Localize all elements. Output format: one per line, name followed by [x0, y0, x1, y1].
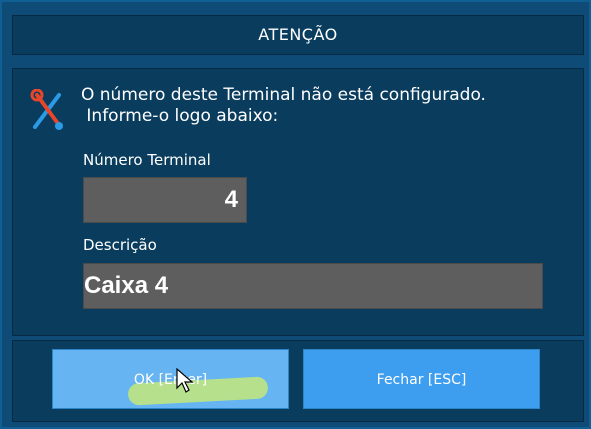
dialog-window: ATENÇÃO O número deste Terminal não está… [0, 0, 591, 429]
dialog-title: ATENÇÃO [12, 15, 584, 55]
tools-icon [30, 89, 63, 130]
mouse-cursor-icon [176, 368, 194, 393]
message-line-1: O número deste Terminal não está configu… [81, 85, 486, 105]
description-input[interactable]: Caixa 4 [83, 263, 543, 309]
close-button[interactable]: Fechar [ESC] [303, 349, 540, 409]
terminal-number-label: Número Terminal [83, 151, 211, 169]
dialog-message: O número deste Terminal não está configu… [81, 85, 486, 127]
dialog-body: O número deste Terminal não está configu… [12, 68, 584, 336]
ok-button-label: OK [Enter] [133, 372, 208, 388]
button-bar: OK [Enter] Fechar [ESC] [12, 340, 584, 422]
ok-button[interactable]: OK [Enter] [52, 349, 289, 409]
description-label: Descrição [83, 236, 157, 254]
terminal-number-input[interactable]: 4 [83, 177, 247, 223]
message-line-2: Informe-o logo abaixo: [81, 106, 279, 126]
